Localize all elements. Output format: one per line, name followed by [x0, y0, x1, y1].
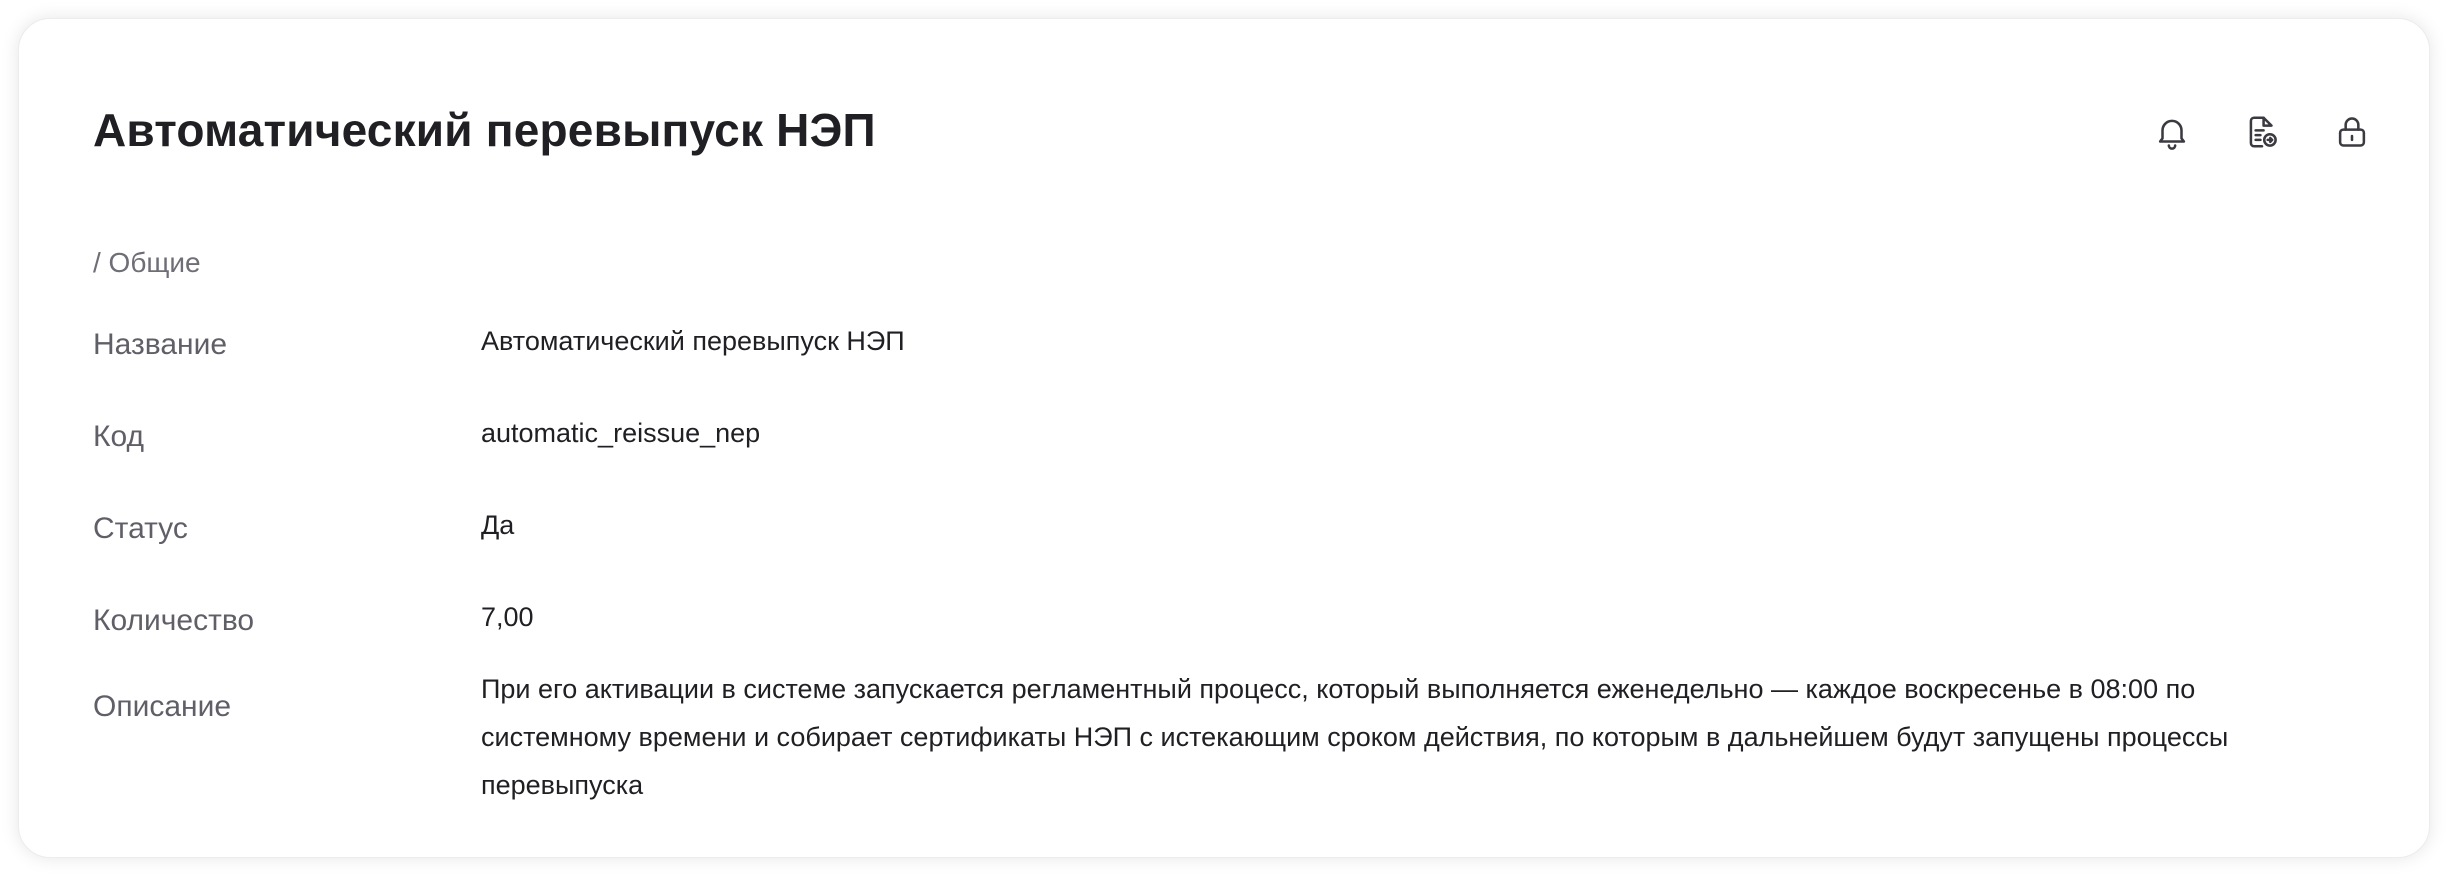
page-title: Автоматический перевыпуск НЭП — [93, 104, 876, 156]
document-action-button[interactable] — [2241, 111, 2283, 153]
document-arrow-icon — [2249, 116, 2277, 148]
fields-list: Название Автоматический перевыпуск НЭП К… — [93, 317, 2343, 809]
field-value-code: automatic_reissue_nep — [481, 418, 761, 448]
field-label-code: Код — [93, 420, 145, 453]
details-card: Автоматический перевыпуск НЭП / Общие На… — [47, 47, 2403, 831]
field-row-name: Название Автоматический перевыпуск НЭП — [93, 317, 2343, 409]
field-row-code: Код automatic_reissue_nep — [93, 409, 2343, 501]
lock-icon — [2338, 117, 2366, 147]
field-value-name: Автоматический перевыпуск НЭП — [481, 326, 905, 356]
field-label-description: Описание — [93, 690, 232, 723]
field-value-status: Да — [481, 510, 515, 540]
field-value-description: При его активации в системе запускается … — [481, 674, 2229, 800]
field-label-name: Название — [93, 328, 228, 361]
field-value-quantity: 7,00 — [481, 602, 534, 632]
lock-button[interactable] — [2331, 111, 2373, 153]
page: Автоматический перевыпуск НЭП / Общие На… — [0, 0, 2456, 882]
field-row-description: Описание При его активации в системе зап… — [93, 665, 2343, 809]
field-row-status: Статус Да — [93, 501, 2343, 593]
section-label: / Общие — [93, 247, 201, 278]
outer-card: Автоматический перевыпуск НЭП / Общие На… — [18, 18, 2430, 858]
notifications-button[interactable] — [2151, 111, 2193, 153]
field-row-quantity: Количество 7,00 — [93, 593, 2343, 665]
bell-icon — [2158, 119, 2186, 150]
field-label-status: Статус — [93, 512, 188, 545]
field-label-quantity: Количество — [93, 604, 255, 637]
toolbar — [2151, 111, 2373, 153]
